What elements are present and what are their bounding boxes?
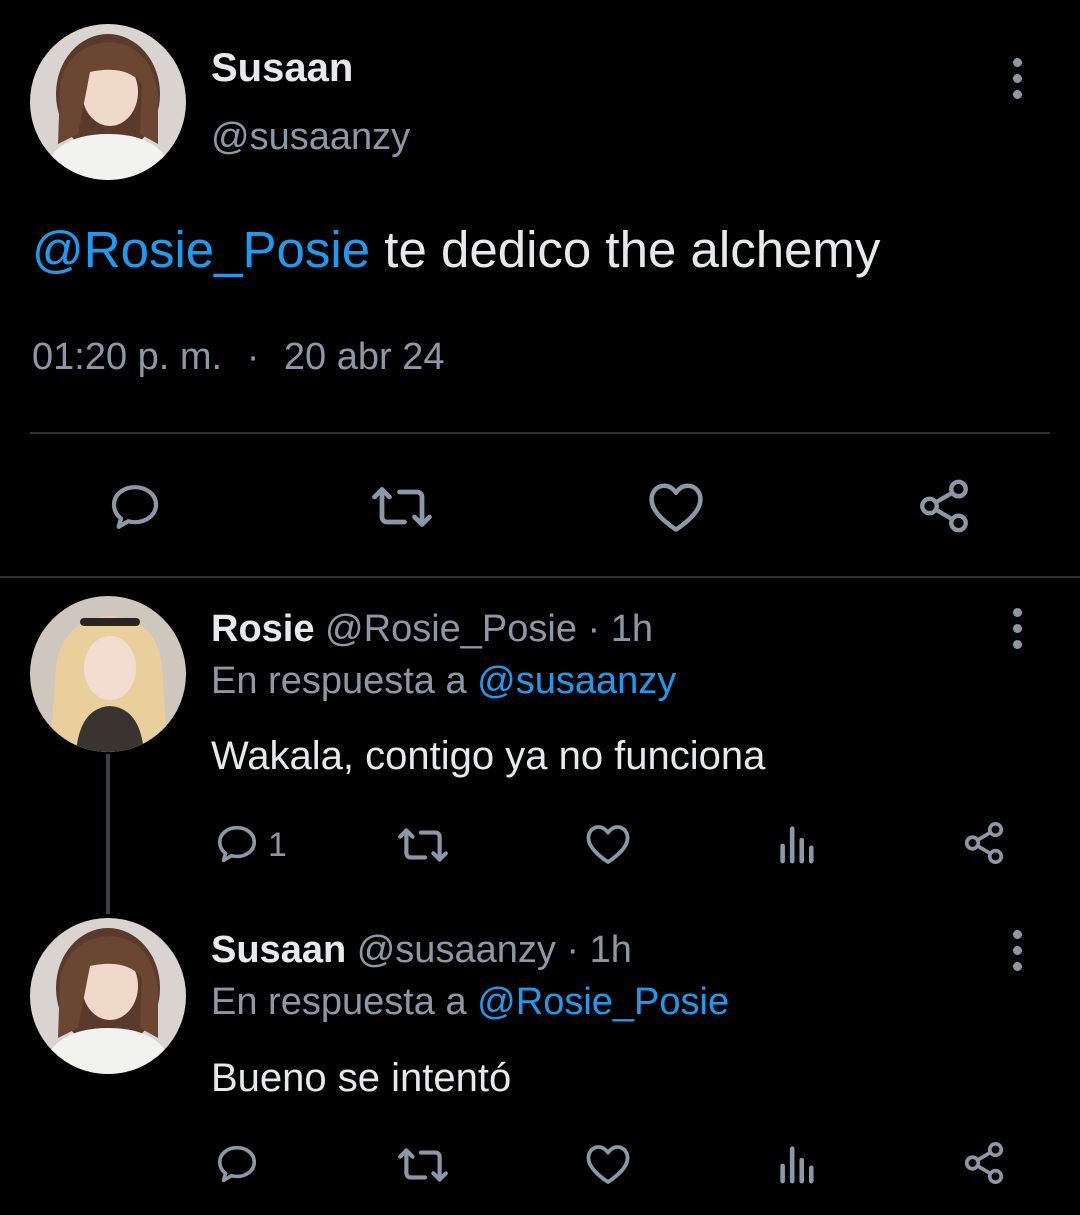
retweet-icon[interactable] (396, 820, 450, 870)
reply-handle[interactable]: @susaanzy (357, 929, 556, 971)
tweet-body: te dedico the alchemy (370, 221, 881, 278)
tweet-time: 01:20 p. m. (32, 336, 223, 378)
tweet-date: 20 abr 24 (283, 336, 445, 378)
reply-context: En respuesta a @susaanzy (211, 660, 676, 703)
divider (30, 432, 1050, 434)
more-options-icon[interactable] (1011, 930, 1023, 978)
like-icon[interactable] (584, 821, 632, 867)
share-icon[interactable] (961, 1140, 1007, 1186)
reply-context-label: En respuesta a (211, 981, 478, 1023)
reply-display-name[interactable]: Susaan (211, 929, 346, 971)
reply-count: 1 (268, 826, 287, 864)
avatar-susaan[interactable] (30, 24, 186, 180)
thread-line (106, 754, 110, 914)
share-icon[interactable] (915, 477, 973, 535)
reply-icon[interactable] (214, 821, 260, 867)
like-icon[interactable] (584, 1141, 632, 1187)
reply-context: En respuesta a @Rosie_Posie (211, 981, 729, 1024)
retweet-icon[interactable] (369, 477, 435, 537)
reply-context-mention[interactable]: @Rosie_Posie (477, 981, 729, 1023)
reply-text: Wakala, contigo ya no funciona (211, 734, 766, 778)
reply-age: · 1h (566, 929, 632, 971)
reply-age: · 1h (587, 608, 654, 650)
reply-icon[interactable] (214, 1141, 260, 1187)
meta-separator: · (246, 336, 260, 378)
reply-context-mention[interactable]: @susaanzy (477, 660, 676, 702)
views-icon[interactable] (776, 1143, 816, 1185)
main-handle[interactable]: @susaanzy (211, 116, 410, 159)
views-icon[interactable] (776, 823, 816, 865)
reply-display-name[interactable]: Rosie (211, 608, 314, 650)
avatar-rosie[interactable] (30, 596, 186, 752)
more-options-icon[interactable] (1011, 608, 1023, 656)
reply-context-label: En respuesta a (211, 660, 478, 702)
main-display-name[interactable]: Susaan (211, 46, 353, 91)
retweet-icon[interactable] (396, 1140, 450, 1190)
more-options-icon[interactable] (1011, 58, 1023, 106)
reply-header: Susaan @susaanzy · 1h (211, 929, 632, 972)
reply-text: Bueno se intentó (211, 1056, 512, 1100)
share-icon[interactable] (961, 820, 1007, 866)
reply-handle[interactable]: @Rosie_Posie (325, 608, 577, 650)
section-divider (0, 576, 1080, 578)
reply-header: Rosie @Rosie_Posie · 1h (211, 608, 653, 651)
avatar-susaan[interactable] (30, 918, 186, 1074)
tweet-timestamp: 01:20 p. m. · 20 abr 24 (32, 336, 444, 379)
main-tweet-text: @Rosie_Posie te dedico the alchemy (32, 220, 880, 279)
reply-icon[interactable] (107, 479, 163, 535)
like-icon[interactable] (646, 479, 706, 535)
mention-link[interactable]: @Rosie_Posie (32, 221, 370, 278)
